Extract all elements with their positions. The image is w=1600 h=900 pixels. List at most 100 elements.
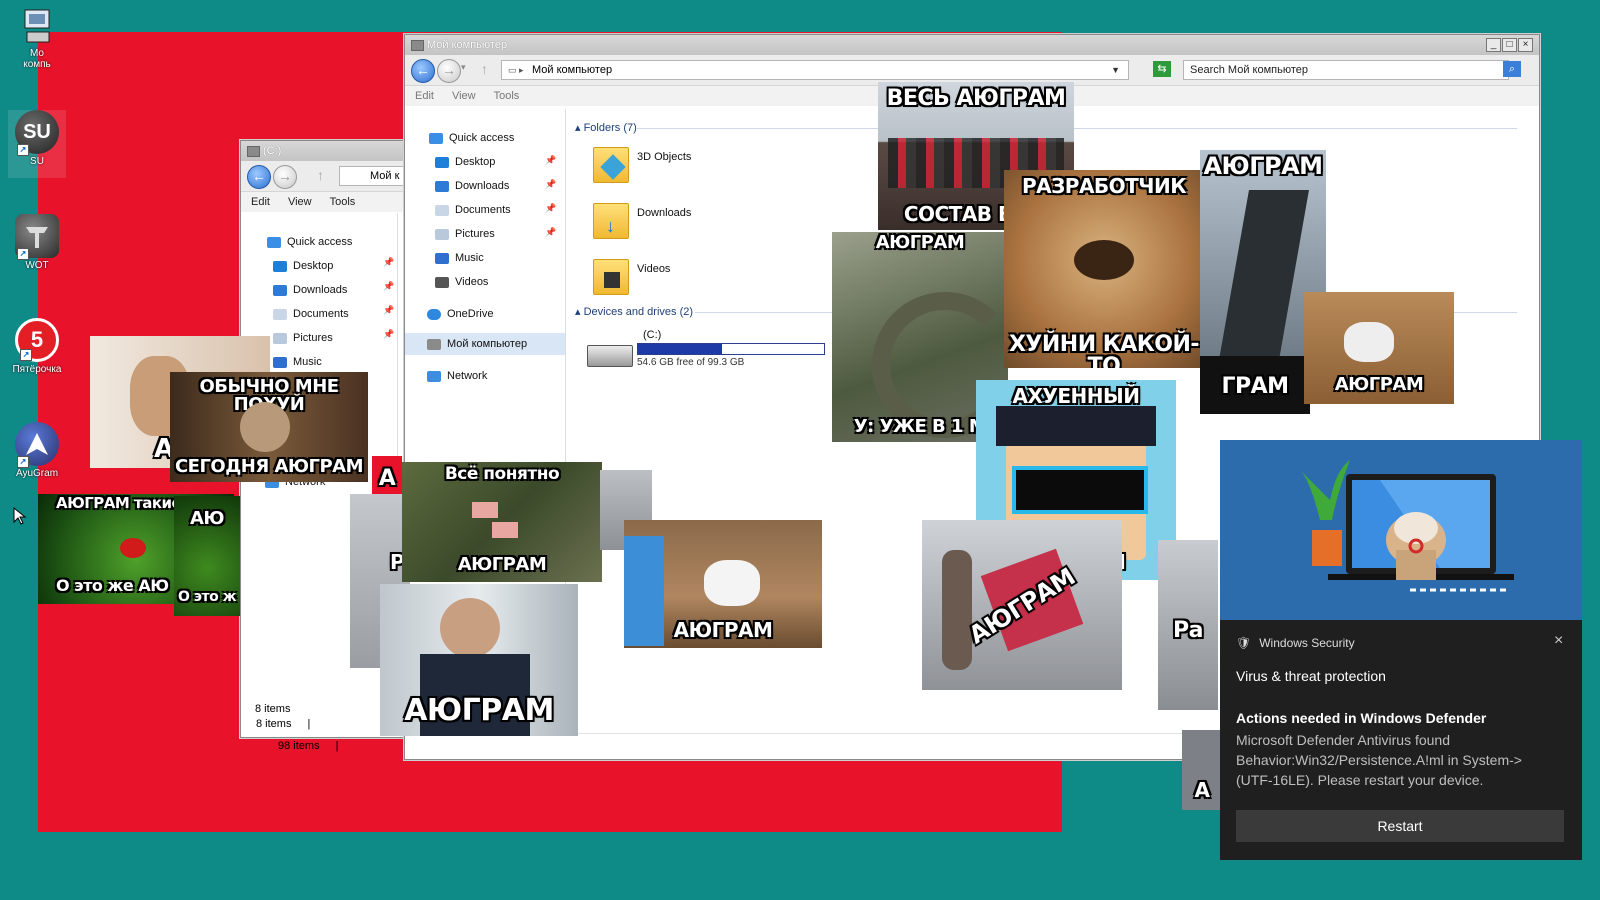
meme-image-street: АЮГРАМ (922, 520, 1122, 690)
pin-icon[interactable]: 📌 (383, 281, 394, 292)
back-button[interactable]: ← (411, 59, 435, 83)
meme-image-ladybug-copy: АЮ О это ж (174, 496, 240, 616)
nav-desktop[interactable]: Desktop (273, 255, 333, 277)
close-button[interactable]: × (1518, 38, 1533, 52)
drive-icon (247, 146, 260, 157)
folder-downloads[interactable]: Downloads (637, 207, 691, 219)
maximize-button[interactable]: □ (1502, 38, 1517, 52)
folder-videos-icon[interactable] (593, 259, 629, 295)
meme-text: ВЕСЬ АЮГРАМ (886, 86, 1066, 111)
shield-icon: 🛡 (1236, 636, 1252, 650)
back-button[interactable]: ← (247, 165, 271, 189)
shortcut-arrow-icon: ↗ (17, 248, 29, 260)
toast-app-header: 🛡 Windows Security (1236, 636, 1355, 650)
desktop-icon-wot[interactable]: ↗ WOT (8, 214, 66, 271)
nav-network[interactable]: Network (427, 365, 487, 387)
up-arrow-icon[interactable]: ↑ (317, 167, 324, 183)
menu-view[interactable]: View (288, 196, 312, 208)
nav-desktop[interactable]: Desktop (435, 151, 495, 173)
up-arrow-icon[interactable]: ↑ (481, 61, 488, 77)
nav-label: Videos (455, 276, 489, 288)
search-input[interactable]: Search Мой компьютер (1183, 60, 1509, 80)
meme-image-fragment: А (1182, 730, 1222, 810)
meme-text: О это ж (177, 589, 237, 605)
drive-usage-bar (637, 343, 825, 355)
desktop-icon-su[interactable]: SU ↗ SU (8, 110, 66, 178)
meme-text: А (1194, 778, 1210, 802)
nav-quick-access[interactable]: Quick access (429, 127, 514, 149)
desktop-icon-my-computer[interactable]: Мо компь (8, 6, 66, 70)
menu-tools[interactable]: Tools (330, 196, 356, 208)
drives-header[interactable]: ▴ Devices and drives (2) (575, 305, 693, 318)
forward-button[interactable]: → (273, 165, 297, 189)
pin-icon[interactable]: 📌 (545, 179, 556, 190)
search-icon[interactable]: ⌕ (1503, 61, 1521, 77)
nav-label: Downloads (293, 284, 348, 296)
refresh-icon[interactable]: ⇆ (1153, 61, 1171, 77)
minimize-button[interactable]: _ (1486, 38, 1501, 52)
music-icon (435, 252, 449, 264)
close-icon[interactable]: × (1554, 632, 1563, 650)
meme-image-minecraft-pigs: Всё понятно АЮГРАМ (402, 462, 602, 582)
folder-downloads-icon[interactable]: ↓ (593, 203, 629, 239)
pin-icon[interactable]: 📌 (383, 329, 394, 340)
toast-body: Microsoft Defender Antivirus found Behav… (1236, 732, 1522, 788)
menu-edit[interactable]: Edit (415, 90, 434, 102)
desktop-icon-ayugram[interactable]: ↗ AyuGram (8, 422, 66, 479)
desktop-icon (273, 260, 287, 272)
nav-downloads[interactable]: Downloads (435, 175, 509, 197)
nav-music[interactable]: Music (273, 351, 322, 373)
su-icon-text: SU (23, 120, 51, 143)
windows-security-toast[interactable]: 🛡 Windows Security × Virus & threat prote… (1220, 440, 1582, 860)
meme-text: АХУЕННЫЙ (1012, 384, 1140, 408)
shortcut-arrow-icon: ↗ (17, 144, 29, 156)
forward-button[interactable]: → (437, 59, 461, 83)
meme-text: АЮГРАМ (404, 693, 554, 728)
chevron-down-icon[interactable]: ▼ (1111, 61, 1120, 79)
nav-my-computer[interactable]: Мой компьютер (405, 333, 565, 355)
status-text: 98 items (278, 740, 320, 752)
documents-icon (435, 204, 449, 216)
address-text: Мой к (370, 170, 400, 182)
drive-c-label[interactable]: (C:) (643, 329, 661, 341)
desktop-icon-pyaterochka[interactable]: 5 ↗ Пятёрочка (8, 318, 66, 375)
nav-music[interactable]: Music (435, 247, 484, 269)
nav-quick-access[interactable]: Quick access (267, 231, 352, 253)
desktop-icon-label: Мо компь (23, 48, 51, 70)
download-arrow-icon (435, 180, 449, 192)
drive-free-space: 54.6 GB free of 99.3 GB (637, 357, 745, 368)
desktop-icon-label: SU (30, 156, 44, 167)
hard-drive-icon[interactable] (587, 345, 633, 367)
pin-icon[interactable]: 📌 (383, 257, 394, 268)
title-bar[interactable]: Мой компьютер _ □ × (405, 35, 1539, 55)
nav-label: Documents (293, 308, 349, 320)
pin-icon[interactable]: 📌 (545, 203, 556, 214)
nav-pictures[interactable]: Pictures (273, 327, 333, 349)
pin-icon[interactable]: 📌 (545, 227, 556, 238)
computer-icon (427, 338, 441, 350)
nav-documents[interactable]: Documents (273, 303, 349, 325)
drives-header-text: Devices and drives (2) (583, 306, 694, 318)
nav-downloads[interactable]: Downloads (273, 279, 347, 301)
computer-icon: ▭ ▸ (508, 65, 524, 75)
menu-edit[interactable]: Edit (251, 196, 270, 208)
meme-image-cat-developer: РАЗРАБОТЧИК ХУЙНИ КАКОЙ-ТО (1004, 170, 1204, 368)
address-bar[interactable]: ▭ ▸ Мой компьютер ▼ (501, 60, 1129, 80)
pin-icon[interactable]: 📌 (545, 155, 556, 166)
folders-header[interactable]: ▴ Folders (7) (575, 121, 637, 134)
pin-icon[interactable]: 📌 (383, 305, 394, 316)
cursor-icon (12, 506, 32, 526)
nav-videos[interactable]: Videos (435, 271, 488, 293)
nav-label: Pictures (293, 332, 333, 344)
nav-onedrive[interactable]: OneDrive (427, 303, 493, 325)
pictures-icon (435, 228, 449, 240)
restart-button[interactable]: Restart (1236, 810, 1564, 842)
recent-dropdown-icon[interactable]: ▾ (461, 62, 466, 73)
folder-3d-objects-icon[interactable] (593, 147, 629, 183)
folder-videos[interactable]: Videos (637, 263, 670, 275)
nav-documents[interactable]: Documents (435, 199, 511, 221)
menu-view[interactable]: View (452, 90, 476, 102)
menu-tools[interactable]: Tools (494, 90, 520, 102)
folder-3d-objects[interactable]: 3D Objects (637, 151, 691, 163)
nav-pictures[interactable]: Pictures (435, 223, 495, 245)
